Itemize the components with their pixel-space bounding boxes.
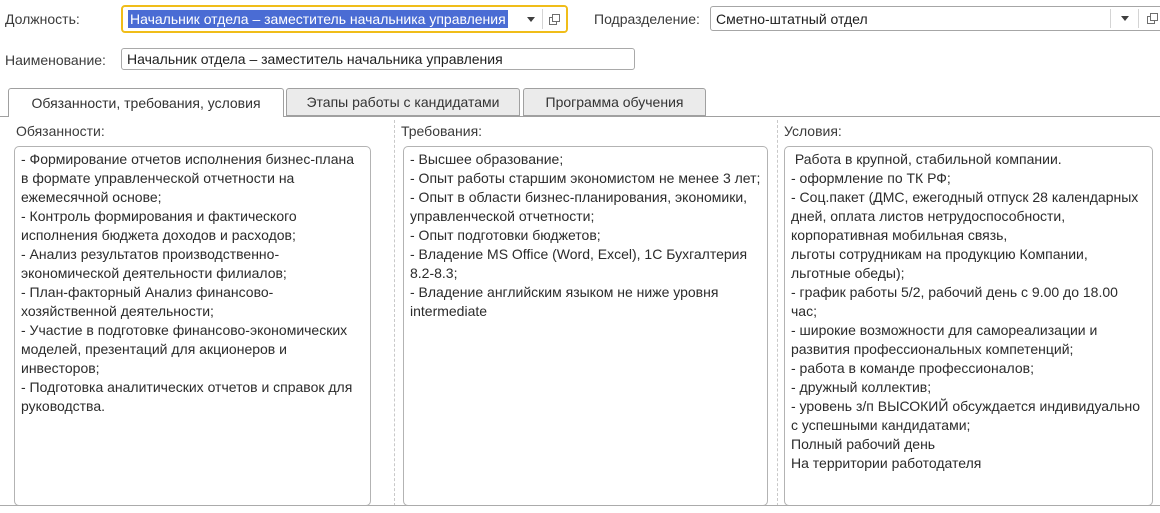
position-combobox-value[interactable]: Начальник отдела – заместитель начальник… bbox=[123, 7, 519, 31]
conditions-textarea[interactable]: Работа в крупной, стабильной компании. -… bbox=[784, 146, 1153, 506]
position-open-button[interactable] bbox=[543, 7, 566, 31]
position-dropdown-button[interactable] bbox=[519, 7, 542, 31]
requirements-label: Требования: bbox=[401, 123, 482, 139]
department-combobox[interactable]: Сметно-штатный отдел bbox=[710, 6, 1160, 31]
conditions-label: Условия: bbox=[784, 123, 842, 139]
duties-textarea[interactable]: - Формирование отчетов исполнения бизнес… bbox=[14, 146, 371, 506]
tab-label: Обязанности, требования, условия bbox=[31, 95, 260, 111]
tab-label: Программа обучения bbox=[546, 94, 684, 110]
department-combobox-value[interactable]: Сметно-штатный отдел bbox=[711, 7, 1110, 30]
open-icon bbox=[1146, 12, 1159, 25]
column-splitter bbox=[394, 120, 395, 506]
tab-training-program[interactable]: Программа обучения bbox=[523, 88, 706, 116]
tab-label: Этапы работы с кандидатами bbox=[306, 94, 499, 110]
requirements-textarea[interactable]: - Высшее образование; - Опыт работы стар… bbox=[403, 146, 768, 506]
name-label: Наименование: bbox=[5, 52, 106, 68]
open-icon bbox=[548, 13, 561, 26]
column-splitter bbox=[777, 120, 778, 506]
tab-duties-requirements-conditions[interactable]: Обязанности, требования, условия bbox=[8, 88, 284, 117]
chevron-down-icon bbox=[1121, 16, 1129, 21]
position-combobox[interactable]: Начальник отдела – заместитель начальник… bbox=[121, 5, 568, 33]
position-label: Должность: bbox=[5, 11, 80, 27]
tab-candidate-stages[interactable]: Этапы работы с кандидатами bbox=[286, 88, 520, 116]
name-input[interactable] bbox=[121, 48, 635, 70]
position-selected-text: Начальник отдела – заместитель начальник… bbox=[128, 10, 508, 28]
department-label: Подразделение: bbox=[594, 11, 700, 27]
department-open-button[interactable] bbox=[1139, 7, 1160, 30]
bottom-divider bbox=[0, 505, 1160, 506]
department-dropdown-button[interactable] bbox=[1111, 7, 1138, 30]
duties-label: Обязанности: bbox=[16, 123, 105, 139]
chevron-down-icon bbox=[527, 17, 535, 22]
vacancy-form: { "header": { "position_label": "Должнос… bbox=[0, 0, 1160, 513]
